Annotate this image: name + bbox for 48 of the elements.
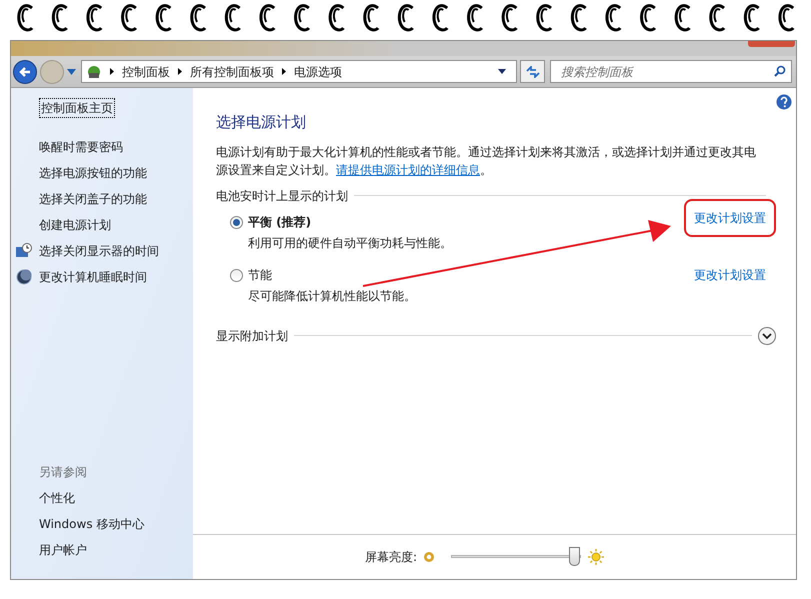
breadcrumb-link[interactable]: 所有控制面板项: [190, 62, 274, 80]
radio-button[interactable]: [230, 216, 243, 228]
details-link[interactable]: 请提供电源计划的详细信息: [336, 162, 480, 176]
brightness-slider[interactable]: [451, 547, 582, 567]
group-heading: 电池安时计上显示的计划: [216, 188, 348, 204]
breadcrumb-link[interactable]: 电源选项: [294, 62, 342, 80]
see-also-heading: 另请参阅: [39, 464, 88, 481]
brightness-label: 屏幕亮度:: [365, 549, 418, 566]
more-plans-heading: 显示附加计划: [216, 328, 288, 344]
chevron-right-icon[interactable]: [110, 68, 114, 75]
chevron-right-icon[interactable]: [282, 68, 286, 75]
back-button[interactable]: [13, 60, 37, 84]
caret-icon[interactable]: [67, 68, 76, 74]
page-title: 选择电源计划: [216, 112, 307, 133]
sidebar-link[interactable]: 选择关闭盖子的功能: [39, 190, 147, 208]
description-text: 电源计划有助于最大化计算机的性能或者节能。通过选择计划来将其激活，或选择计划并通过更改其电源设置来自定义计划。请提供电源计划的详细信息。: [216, 144, 757, 178]
breadcrumb-link[interactable]: 控制面板: [122, 62, 170, 80]
radio-button[interactable]: [230, 268, 243, 282]
plan-description: 尽可能降低计算机性能以节能。: [248, 288, 417, 304]
sidebar-link[interactable]: 选择关闭显示器的时间: [39, 242, 159, 260]
plan-description: 利用可用的硬件自动平衡功耗与性能。: [248, 234, 453, 252]
left-arrow-icon: [19, 66, 31, 78]
dim-sun-icon: [423, 551, 436, 563]
sidebar-link[interactable]: 选择电源按钮的功能: [39, 164, 147, 182]
control-panel-icon: [86, 64, 102, 80]
refresh-button[interactable]: [520, 60, 545, 83]
sidebar-link[interactable]: 个性化: [39, 489, 193, 507]
plan-name[interactable]: 节能: [248, 266, 694, 284]
change-plan-settings-link[interactable]: 更改计划设置: [694, 266, 766, 284]
sidebar-link[interactable]: 创建电源计划: [39, 216, 111, 234]
search-field[interactable]: 搜索控制面板: [550, 60, 792, 83]
help-icon[interactable]: [776, 94, 792, 110]
sidebar-link[interactable]: 用户帐户: [39, 541, 193, 559]
change-plan-settings-link[interactable]: 更改计划设置: [684, 198, 776, 236]
address-field[interactable]: 控制面板 所有控制面板项 电源选项: [81, 60, 517, 83]
refresh-icon: [526, 66, 540, 78]
search-icon[interactable]: [774, 65, 786, 77]
sidebar-link[interactable]: 唤醒时需要密码: [39, 138, 123, 156]
monitor-clock-icon: [16, 243, 32, 259]
sidebar-home-link[interactable]: 控制面板主页: [39, 98, 115, 118]
plan-name[interactable]: 平衡 (推荐): [248, 212, 684, 230]
chevron-right-icon[interactable]: [178, 68, 182, 75]
sidebar-link[interactable]: 更改计算机睡眠时间: [39, 268, 147, 286]
expand-chevron-icon[interactable]: [758, 326, 776, 344]
bright-sun-icon: [587, 548, 606, 566]
dropdown-caret-icon[interactable]: [498, 69, 506, 74]
moon-icon: [16, 269, 32, 285]
sidebar-link[interactable]: Windows 移动中心: [39, 515, 193, 533]
